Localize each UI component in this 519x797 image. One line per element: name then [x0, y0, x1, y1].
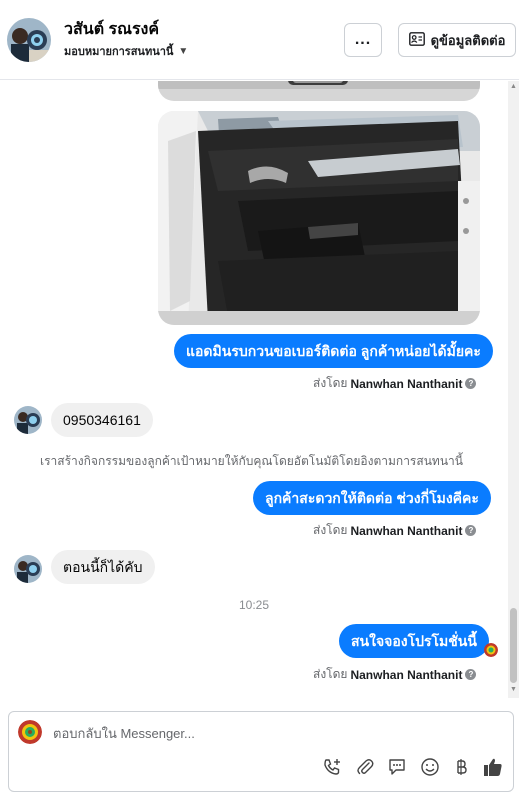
chat-bubble-icon[interactable]: [386, 756, 408, 778]
sent-by-label: ส่งโดย Nanwhan Nanthanit ?: [313, 521, 477, 540]
contact-avatar-small[interactable]: [14, 555, 42, 583]
outgoing-message[interactable]: แอดมินรบกวนขอเบอร์ติดต่อ ลูกค้าหน่อยได้ม…: [174, 334, 493, 368]
contact-name: วสันต์ รณรงค์: [64, 21, 160, 38]
paperclip-icon[interactable]: [354, 756, 376, 778]
outgoing-message[interactable]: ลูกค้าสะดวกให้ติดต่อ ช่วงกี่โมงคีคะ: [253, 481, 491, 515]
sender-name: Nanwhan Nanthanit: [350, 376, 463, 391]
more-options-button[interactable]: ...: [344, 23, 382, 57]
page-avatar: [18, 720, 42, 744]
assign-label: มอบหมายการสนทนานี้: [64, 46, 174, 58]
emoji-icon[interactable]: [419, 756, 441, 778]
incoming-message[interactable]: 0950346161: [51, 403, 153, 437]
system-note: เราสร้างกิจกรรมของลูกค้าเป้าหมายให้กับคุ…: [40, 454, 463, 468]
incoming-message[interactable]: ตอนนี้ก็ได้คับ: [51, 550, 155, 584]
scrollbar-thumb[interactable]: [510, 608, 517, 683]
outgoing-message[interactable]: สนใจจองโปรโมชั่นนี้: [339, 624, 489, 658]
assign-conversation-dropdown[interactable]: มอบหมายการสนทนานี้ ▼: [64, 42, 188, 60]
view-contact-button[interactable]: ดูข้อมูลติดต่อ: [398, 23, 516, 57]
reply-composer: [8, 711, 514, 792]
seen-avatar-icon: [484, 643, 498, 657]
sent-by-prefix: ส่งโดย: [313, 376, 348, 390]
sent-by-label: ส่งโดย Nanwhan Nanthanit ?: [313, 374, 477, 393]
scroll-down-icon[interactable]: ▼: [510, 686, 517, 693]
more-dots-icon: ...: [354, 31, 372, 48]
thread-scrollbar[interactable]: ▲ ▼: [508, 81, 519, 698]
message-timestamp: 10:25: [238, 598, 270, 612]
contact-card-icon: [408, 31, 425, 49]
sender-name: Nanwhan Nanthanit: [350, 667, 463, 682]
thumbs-up-icon[interactable]: [482, 756, 504, 778]
sent-photo-car-door[interactable]: [158, 111, 480, 325]
sent-by-prefix: ส่งโดย: [313, 667, 348, 681]
conversation-header: วสันต์ รณรงค์ มอบหมายการสนทนานี้ ▼ ... ด…: [0, 0, 519, 80]
scroll-up-icon[interactable]: ▲: [510, 83, 517, 90]
sender-name: Nanwhan Nanthanit: [350, 523, 463, 538]
sent-by-label: ส่งโดย Nanwhan Nanthanit ?: [313, 665, 477, 684]
message-thread[interactable]: แอดมินรบกวนขอเบอร์ติดต่อ ลูกค้าหน่อยได้ม…: [0, 81, 508, 698]
info-icon[interactable]: ?: [465, 378, 477, 389]
sent-photo-partial[interactable]: [158, 81, 480, 101]
phone-plus-icon[interactable]: [321, 756, 343, 778]
view-contact-label: ดูข้อมูลติดต่อ: [430, 32, 506, 48]
contact-avatar-small[interactable]: [14, 406, 42, 434]
sent-by-prefix: ส่งโดย: [313, 523, 348, 537]
baht-icon[interactable]: [450, 756, 472, 778]
chevron-down-icon: ▼: [178, 45, 189, 57]
info-icon[interactable]: ?: [465, 525, 477, 536]
info-icon[interactable]: ?: [465, 669, 477, 680]
contact-avatar[interactable]: [7, 18, 51, 62]
reply-input[interactable]: [53, 723, 493, 743]
